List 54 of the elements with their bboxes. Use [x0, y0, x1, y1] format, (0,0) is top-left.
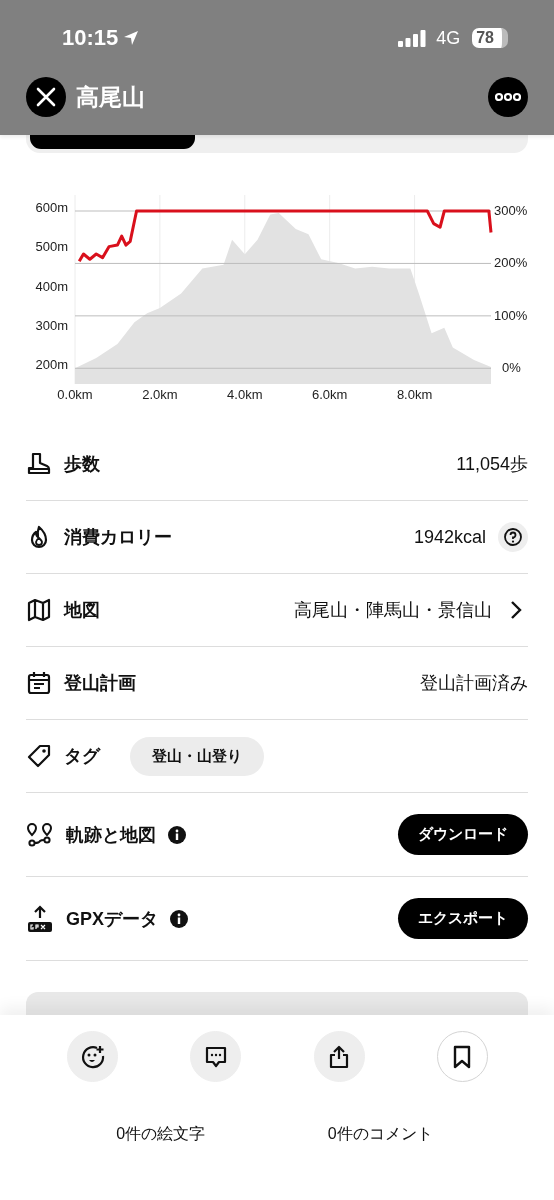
info-icon[interactable]: [170, 909, 188, 928]
row-value: 高尾山・陣馬山・景信山: [294, 599, 492, 622]
row-label: GPXデータ: [66, 907, 158, 931]
close-icon: [35, 86, 57, 108]
x-axis-label: 4.0km: [227, 387, 263, 402]
status-time: 10:15: [62, 25, 119, 51]
segment-tab[interactable]: [30, 135, 195, 149]
network-type: 4G: [436, 27, 461, 49]
row-label: 登山計画: [64, 672, 136, 695]
y-axis-label: 100%: [494, 307, 528, 323]
y-axis-label: 200%: [494, 255, 528, 271]
y-axis-label: 600m: [35, 200, 68, 215]
emoji-add-icon: [79, 1043, 106, 1070]
x-axis-label: 6.0km: [312, 387, 348, 402]
signal-icon: [398, 29, 427, 47]
map-icon: [26, 597, 52, 623]
calendar-icon: [26, 670, 52, 696]
page-title: 高尾山: [76, 82, 145, 112]
y-axis-label: 200m: [35, 357, 68, 373]
help-icon: [503, 527, 523, 547]
count-label: 0件の絵文字: [116, 1124, 206, 1144]
boot-icon: [26, 451, 52, 477]
y-axis-label: 500m: [35, 239, 68, 255]
row-value: 11,054歩: [456, 453, 528, 476]
tag-chip[interactable]: 登山・山登り: [130, 736, 264, 776]
y-axis-label: 300m: [35, 317, 68, 333]
x-axis-label: 2.0km: [142, 387, 178, 402]
action-button[interactable]: ダウンロード: [398, 814, 528, 855]
info-icon[interactable]: [168, 825, 186, 844]
y-axis-label: 300%: [494, 203, 528, 218]
y-axis-label: 400m: [35, 278, 68, 294]
more-button[interactable]: [488, 77, 528, 117]
row-label: 軌跡と地図: [66, 823, 156, 847]
chevron-right-icon[interactable]: [510, 600, 522, 620]
row-label: 地図: [64, 599, 100, 622]
row-label: 歩数: [64, 453, 100, 476]
gpx-upload-icon: [26, 904, 54, 933]
route-pins-icon: [26, 821, 54, 848]
location-arrow-icon: [122, 29, 141, 47]
row-label: 消費カロリー: [64, 526, 172, 549]
battery-level: 78: [472, 28, 508, 48]
tag-icon: [26, 743, 52, 769]
y-axis-label: 0%: [502, 360, 521, 376]
help-button[interactable]: [498, 522, 528, 552]
more-icon: [495, 92, 521, 102]
x-axis-label: 8.0km: [396, 387, 433, 402]
row-label: タグ: [64, 745, 100, 768]
row-value: 登山計画済み: [420, 672, 528, 695]
x-axis-label: 0.0km: [57, 387, 93, 402]
close-button[interactable]: [26, 77, 66, 117]
action-circle-button[interactable]: [437, 1031, 488, 1082]
count-label: 0件のコメント: [327, 1124, 433, 1144]
action-button[interactable]: エクスポート: [398, 898, 528, 939]
row-value: 1942kcal: [413, 526, 486, 548]
